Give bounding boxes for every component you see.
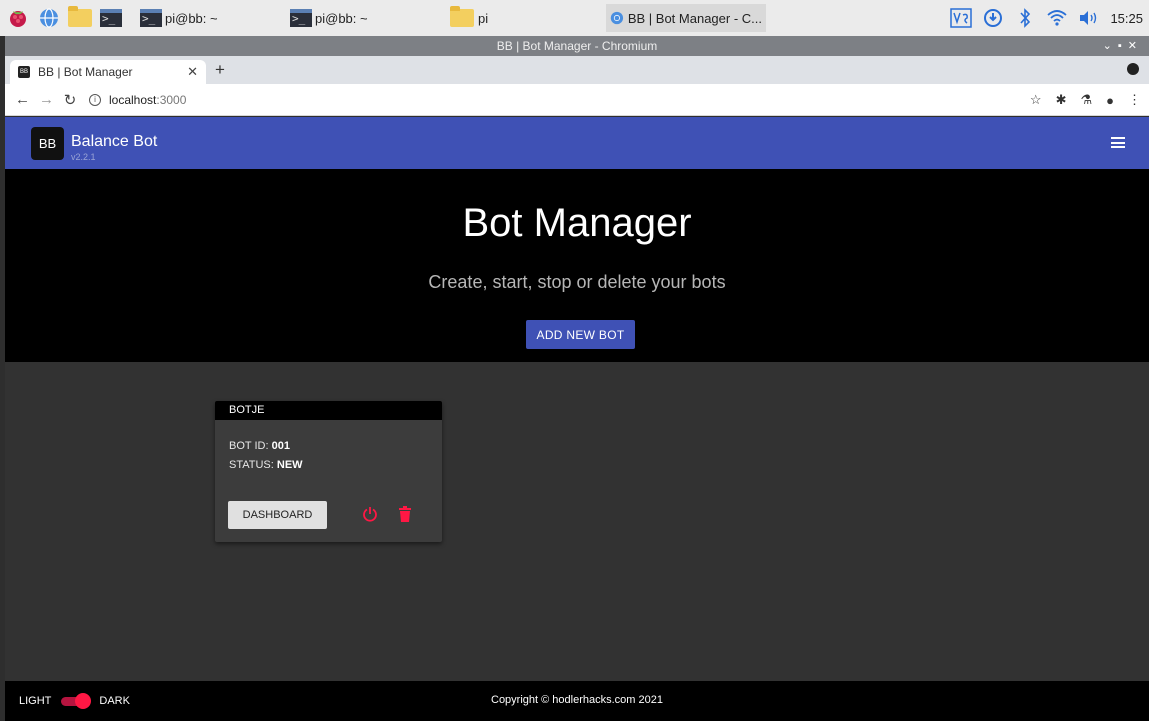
reload-icon[interactable]: ↻	[63, 91, 77, 109]
tab-close-icon[interactable]: ✕	[187, 64, 198, 80]
taskbar-task-folder[interactable]: pi	[446, 4, 606, 32]
bluetooth-icon[interactable]	[1014, 7, 1036, 29]
app-brand: Balance Bot	[71, 133, 158, 150]
app-version: v2.2.1	[71, 152, 96, 162]
copyright-text: Copyright © hodlerhacks.com 2021	[491, 694, 663, 706]
hamburger-menu-icon[interactable]	[1111, 137, 1125, 148]
hero-section: Bot Manager Create, start, stop or delet…	[5, 169, 1149, 362]
raspberry-menu-icon[interactable]	[5, 5, 31, 31]
bot-id-label: BOT ID:	[229, 440, 269, 452]
task-label: BB | Bot Manager - C...	[627, 10, 762, 26]
app-root: BB Balance Bot v2.2.1 Bot Manager Create…	[5, 117, 1149, 721]
wifi-icon[interactable]	[1046, 7, 1068, 29]
minimize-icon[interactable]: ⌄	[1103, 40, 1118, 52]
forward-icon[interactable]: →	[39, 91, 54, 108]
tab-strip: BB BB | Bot Manager ✕ +	[5, 56, 1149, 84]
browser-tab[interactable]: BB BB | Bot Manager ✕	[10, 60, 206, 84]
terminal-icon: >_	[140, 9, 162, 27]
app-footer: LIGHT DARK Copyright © hodlerhacks.com 2…	[5, 681, 1149, 721]
taskbar-task-terminal-1[interactable]: >_ pi@bb: ~	[136, 4, 286, 32]
system-tray: 15:25	[950, 0, 1143, 36]
taskbar-task-terminal-2[interactable]: >_ pi@bb: ~	[286, 4, 444, 32]
extensions-icon[interactable]: ✱	[1056, 92, 1067, 108]
window-controls: ⌄▪✕	[1103, 36, 1143, 56]
volume-icon[interactable]	[1078, 7, 1100, 29]
site-info-icon[interactable]: i	[89, 93, 101, 106]
dashboard-button[interactable]: DASHBOARD	[228, 501, 327, 529]
web-browser-icon[interactable]	[36, 5, 62, 31]
task-label: pi@bb: ~	[315, 10, 368, 26]
clock: 15:25	[1110, 10, 1143, 26]
taskbar-task-chromium[interactable]: BB | Bot Manager - C...	[606, 4, 766, 32]
profile-icon[interactable]: ●	[1106, 93, 1114, 108]
bookmark-star-icon[interactable]: ☆	[1030, 92, 1042, 108]
app-header: BB Balance Bot v2.2.1	[5, 117, 1149, 169]
maximize-icon[interactable]: ▪	[1118, 40, 1128, 52]
bot-name: BOTJE	[215, 401, 442, 420]
file-manager-icon[interactable]	[67, 5, 93, 31]
tab-search-icon[interactable]	[1127, 63, 1139, 75]
app-logo[interactable]: BB	[31, 127, 64, 160]
bot-id-value: 001	[271, 440, 290, 452]
page-subtitle: Create, start, stop or delete your bots	[428, 272, 726, 292]
folder-icon	[450, 6, 474, 27]
vnc-icon[interactable]	[950, 7, 973, 29]
address-bar[interactable]: i localhost:3000	[89, 93, 186, 107]
back-icon[interactable]: ←	[15, 91, 30, 108]
window-titlebar: BB | Bot Manager - Chromium ⌄▪✕	[5, 36, 1149, 56]
bot-id-line: BOT ID: 001	[229, 440, 290, 452]
url-port: :3000	[156, 92, 187, 107]
page-title: Bot Manager	[462, 201, 692, 245]
add-new-bot-button[interactable]: ADD NEW BOT	[526, 320, 635, 349]
browser-toolbar: ← → ↻ i localhost:3000 ☆ ✱ ⚗ ● ⋮	[5, 84, 1149, 116]
bot-card: BOTJE BOT ID: 001 STATUS: NEW DASHBOARD	[215, 401, 442, 542]
chromium-icon	[610, 11, 624, 25]
favicon-icon: BB	[18, 66, 30, 78]
bot-status-label: STATUS:	[229, 459, 274, 471]
bot-status-line: STATUS: NEW	[229, 459, 303, 471]
labs-flask-icon[interactable]: ⚗	[1080, 92, 1092, 108]
task-label: pi@bb: ~	[165, 10, 218, 26]
task-label: pi	[478, 10, 489, 26]
new-tab-icon[interactable]: +	[215, 60, 225, 80]
terminal-icon: >_	[290, 9, 312, 27]
terminal-launcher-icon[interactable]: >_	[98, 5, 124, 31]
tab-title: BB | Bot Manager	[38, 65, 133, 79]
toolbar-actions: ☆ ✱ ⚗ ● ⋮	[1030, 84, 1141, 116]
window-title: BB | Bot Manager - Chromium	[496, 39, 658, 53]
os-taskbar: >_ >_ pi@bb: ~ >_ pi@bb: ~ pi BB | Bot M…	[0, 0, 1149, 36]
url-host: localhost	[109, 92, 157, 107]
browser-menu-icon[interactable]: ⋮	[1128, 92, 1141, 108]
power-icon[interactable]	[362, 506, 378, 522]
bot-status-value: NEW	[276, 459, 303, 471]
update-download-icon[interactable]	[982, 7, 1004, 29]
close-window-icon[interactable]: ✕	[1128, 40, 1143, 52]
delete-trash-icon[interactable]	[398, 506, 412, 522]
